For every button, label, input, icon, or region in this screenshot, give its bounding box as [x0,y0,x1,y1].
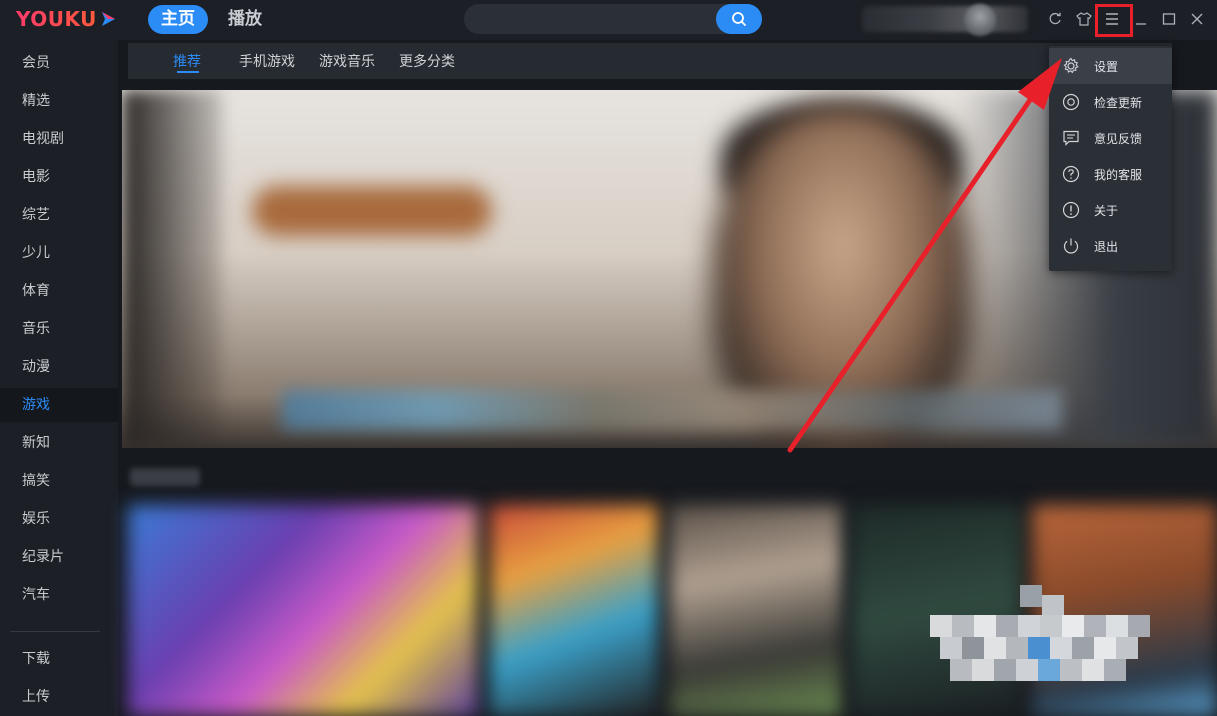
section-title-blurred [130,468,200,486]
minimize-icon[interactable] [1132,10,1150,28]
sidebar-item-featured[interactable]: 精选 [0,84,118,118]
sidebar-divider [10,631,100,632]
gear-icon [1061,56,1081,76]
watermark-mosaic [930,585,1160,695]
sidebar-item-sports[interactable]: 体育 [0,274,118,308]
sidebar-item-knowledge[interactable]: 新知 [0,426,118,460]
update-icon [1061,92,1081,112]
menu-item-exit[interactable]: 退出 [1049,228,1172,264]
main-menu-dropdown: 设置 检查更新 意见反馈 我的客服 关于 退出 [1049,46,1172,271]
tab-more-categories[interactable]: 更多分类 [399,51,455,71]
sidebar-item-variety[interactable]: 综艺 [0,198,118,232]
video-card[interactable] [490,505,658,716]
maximize-icon[interactable] [1160,10,1178,28]
hero-thumbnail-strip [282,390,1062,430]
sidebar-item-download[interactable]: 下载 [0,642,118,676]
menu-item-label: 设置 [1094,59,1119,74]
search-box[interactable] [464,4,762,34]
sidebar-item-movies[interactable]: 电影 [0,160,118,194]
user-info-blurred[interactable] [862,6,1028,32]
sidebar-item-music[interactable]: 音乐 [0,312,118,346]
skin-icon[interactable] [1075,10,1093,28]
sidebar-item-kids[interactable]: 少儿 [0,236,118,270]
menu-item-label: 意见反馈 [1094,131,1143,146]
search-icon [732,12,746,26]
sidebar-item-vip[interactable]: 会员 [0,46,118,80]
nav-play-tab[interactable]: 播放 [228,5,262,34]
search-button[interactable] [716,4,762,34]
youku-logo[interactable]: YOUKU [16,6,117,32]
help-icon [1061,164,1081,184]
menu-item-label: 检查更新 [1094,95,1143,110]
menu-item-about[interactable]: 关于 [1049,192,1172,228]
menu-item-label: 关于 [1094,203,1119,218]
logo-text: YOUKU [16,7,97,31]
active-tab-underline [177,71,199,73]
title-bar: YOUKU 主页 播放 [0,0,1217,40]
menu-highlight-box [1095,4,1133,37]
sidebar: 会员 精选 电视剧 电影 综艺 少儿 体育 音乐 动漫 游戏 新知 搞笑 娱乐 … [0,40,118,716]
menu-item-label: 退出 [1094,239,1119,254]
sidebar-item-funny[interactable]: 搞笑 [0,464,118,498]
video-card[interactable] [670,505,842,716]
sidebar-item-documentary[interactable]: 纪录片 [0,540,118,574]
tab-game-music[interactable]: 游戏音乐 [319,51,375,71]
menu-item-customer-service[interactable]: 我的客服 [1049,156,1172,192]
menu-item-label: 我的客服 [1094,167,1143,182]
logo-play-icon [101,12,115,26]
tab-recommended[interactable]: 推荐 [173,51,201,71]
sidebar-item-entertainment[interactable]: 娱乐 [0,502,118,536]
sidebar-item-tv-series[interactable]: 电视剧 [0,122,118,156]
feedback-icon [1061,128,1081,148]
menu-item-check-update[interactable]: 检查更新 [1049,84,1172,120]
menu-item-settings[interactable]: 设置 [1049,48,1172,84]
menu-item-feedback[interactable]: 意见反馈 [1049,120,1172,156]
video-card[interactable] [128,505,478,716]
hero-shadow [122,90,222,448]
sidebar-item-games[interactable]: 游戏 [0,388,118,422]
nav-home-tab[interactable]: 主页 [148,5,208,34]
refresh-icon[interactable] [1046,10,1064,28]
sidebar-item-cars[interactable]: 汽车 [0,578,118,612]
close-icon[interactable] [1188,10,1206,28]
category-subnav: 推荐 手机游戏 游戏音乐 更多分类 [128,43,1172,79]
sidebar-item-upload[interactable]: 上传 [0,680,118,714]
avatar[interactable] [964,4,996,36]
hero-title-blurred [252,186,492,236]
info-icon [1061,200,1081,220]
sidebar-item-anime[interactable]: 动漫 [0,350,118,384]
tab-mobile-games[interactable]: 手机游戏 [239,51,295,71]
power-icon [1061,236,1081,256]
